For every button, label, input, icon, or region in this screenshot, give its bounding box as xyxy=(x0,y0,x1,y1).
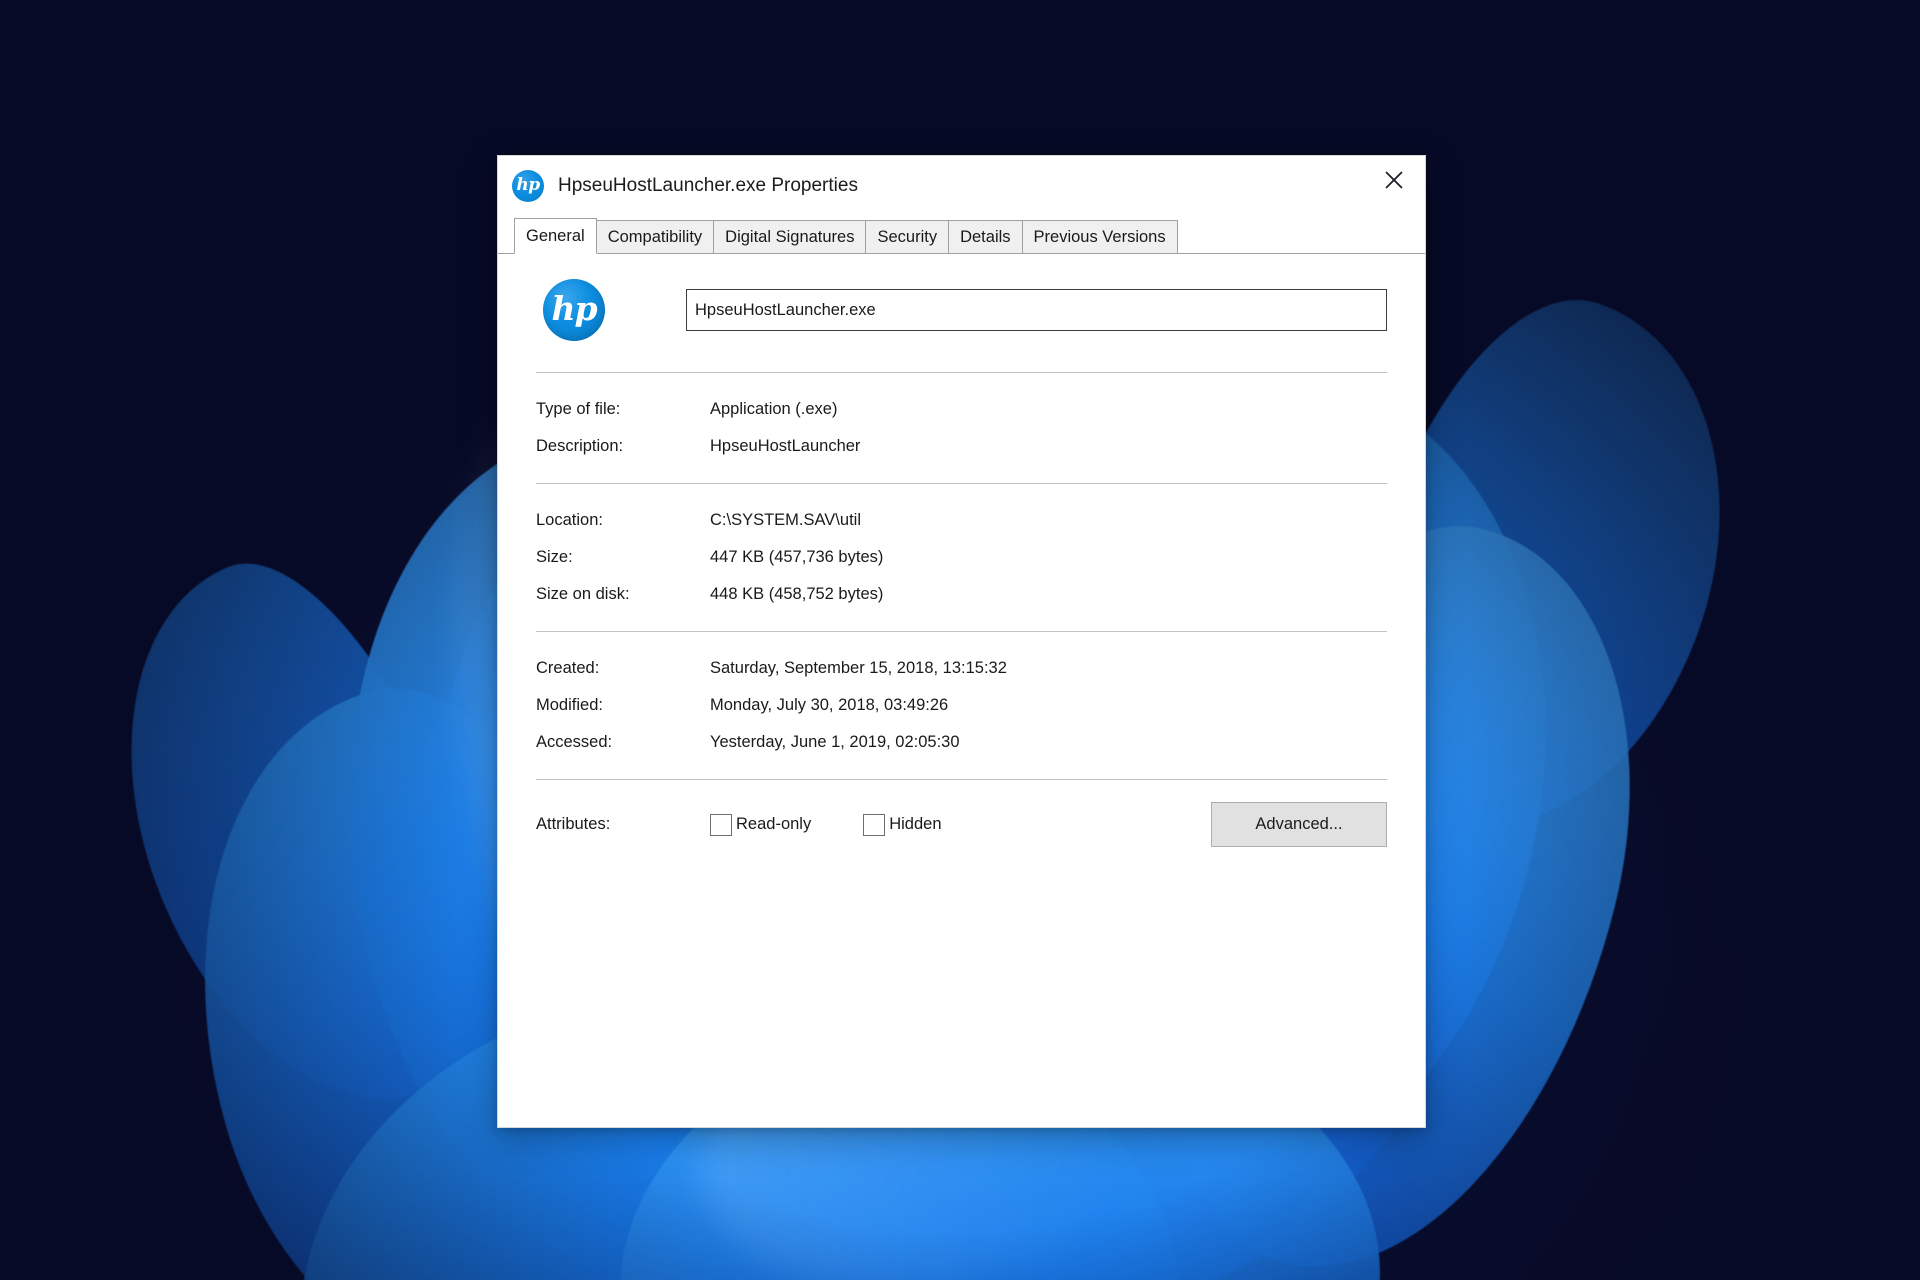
file-dates-group: Created: Saturday, September 15, 2018, 1… xyxy=(536,632,1387,779)
tab-previous-versions[interactable]: Previous Versions xyxy=(1021,220,1178,254)
hp-logo-icon: hp xyxy=(512,170,544,202)
row-type-of-file: Type of file: Application (.exe) xyxy=(536,391,1387,428)
label-description: Description: xyxy=(536,437,624,455)
label-size-on-disk: Size on disk: xyxy=(536,585,630,603)
row-modified: Modified: Monday, July 30, 2018, 03:49:2… xyxy=(536,687,1387,724)
dialog-title: HpseuHostLauncher.exe Properties xyxy=(558,175,858,196)
value-created: Saturday, September 15, 2018, 13:15:32 xyxy=(710,659,1007,677)
value-description: HpseuHostLauncher xyxy=(710,437,861,455)
value-size-on-disk: 448 KB (458,752 bytes) xyxy=(710,585,884,603)
value-location: C:\SYSTEM.SAV\util xyxy=(710,511,861,529)
value-modified: Monday, July 30, 2018, 03:49:26 xyxy=(710,696,949,714)
readonly-checkbox-label: Read-only xyxy=(736,815,812,833)
tab-security[interactable]: Security xyxy=(865,220,950,254)
hp-application-icon: hp xyxy=(542,278,606,342)
dialog-titlebar: hp HpseuHostLauncher.exe Properties xyxy=(498,156,1425,216)
row-location: Location: C:\SYSTEM.SAV\util xyxy=(536,502,1387,539)
row-created: Created: Saturday, September 15, 2018, 1… xyxy=(536,650,1387,687)
label-location: Location: xyxy=(536,511,603,529)
file-properties-dialog: hp HpseuHostLauncher.exe Properties Gene… xyxy=(497,155,1426,1128)
tab-panel-general: hp HpseuHostLauncher.exe Type of file: A… xyxy=(498,254,1425,1127)
attributes-row: Attributes: Read-only Hidden Advanced... xyxy=(536,780,1387,847)
hp-logo-text: hp xyxy=(516,174,540,195)
hp-application-icon-text: hp xyxy=(551,288,597,328)
label-size: Size: xyxy=(536,548,573,566)
tab-compatibility[interactable]: Compatibility xyxy=(595,220,715,254)
value-size: 447 KB (457,736 bytes) xyxy=(710,548,884,566)
dialog-tabstrip: General Compatibility Digital Signatures… xyxy=(498,216,1425,254)
label-accessed: Accessed: xyxy=(536,733,613,751)
hidden-checkbox-box[interactable] xyxy=(863,813,886,836)
label-type-of-file: Type of file: xyxy=(536,400,621,418)
advanced-button[interactable]: Advanced... xyxy=(1211,802,1387,847)
row-size: Size: 447 KB (457,736 bytes) xyxy=(536,539,1387,576)
hidden-checkbox[interactable]: Hidden xyxy=(863,813,942,836)
readonly-checkbox[interactable]: Read-only xyxy=(710,813,812,836)
row-description: Description: HpseuHostLauncher xyxy=(536,428,1387,465)
filename-input[interactable]: HpseuHostLauncher.exe xyxy=(686,289,1387,331)
file-type-group: Type of file: Application (.exe) Descrip… xyxy=(536,373,1387,483)
row-accessed: Accessed: Yesterday, June 1, 2019, 02:05… xyxy=(536,724,1387,761)
row-size-on-disk: Size on disk: 448 KB (458,752 bytes) xyxy=(536,576,1387,613)
tab-digital-signatures[interactable]: Digital Signatures xyxy=(713,220,867,254)
tab-general[interactable]: General xyxy=(514,218,597,254)
filename-value: HpseuHostLauncher.exe xyxy=(695,300,876,319)
file-location-group: Location: C:\SYSTEM.SAV\util Size: 447 K… xyxy=(536,484,1387,631)
label-attributes: Attributes: xyxy=(536,815,611,833)
readonly-checkbox-box[interactable] xyxy=(710,813,732,836)
file-header: hp HpseuHostLauncher.exe xyxy=(536,254,1387,342)
close-icon[interactable] xyxy=(1363,156,1425,204)
value-type-of-file: Application (.exe) xyxy=(710,400,838,418)
label-modified: Modified: xyxy=(536,696,603,714)
tab-details[interactable]: Details xyxy=(948,220,1023,254)
label-created: Created: xyxy=(536,659,600,677)
value-accessed: Yesterday, June 1, 2019, 02:05:30 xyxy=(710,733,960,751)
hidden-checkbox-label: Hidden xyxy=(889,815,942,833)
